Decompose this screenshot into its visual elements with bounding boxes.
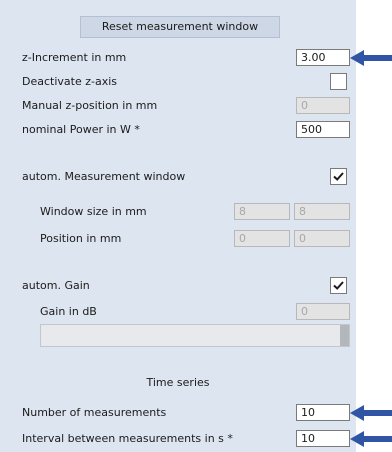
nominal-power-input[interactable]: 500 [296,121,350,138]
auto-gain-label: autom. Gain [22,279,90,292]
check-icon [333,281,344,290]
nominal-power-label: nominal Power in W * [22,123,140,136]
deactivate-z-axis-label: Deactivate z-axis [22,75,118,88]
deactivate-z-axis-checkbox[interactable] [330,73,347,90]
position-y-input[interactable]: 0 [294,230,350,247]
gain-input[interactable]: 0 [296,303,350,320]
settings-panel: Reset measurement window z-Increment in … [0,0,356,452]
auto-gain-checkbox[interactable] [330,277,347,294]
window-size-y-input[interactable]: 8 [294,203,350,220]
number-of-measurements-input[interactable]: 10 [296,404,350,421]
z-increment-input[interactable]: 3.00 [296,49,350,66]
manual-z-position-input[interactable]: 0 [296,97,350,114]
time-series-heading: Time series [146,376,210,389]
arrow-icon-z-increment [350,50,392,66]
gain-label: Gain in dB [40,305,97,318]
auto-measurement-window-checkbox[interactable] [330,168,347,185]
z-increment-label: z-Increment in mm [22,51,127,64]
arrow-icon-number-of-measurements [350,405,392,421]
check-icon [333,172,344,181]
window-size-x-input[interactable]: 8 [234,203,290,220]
reset-measurement-window-button[interactable]: Reset measurement window [80,16,280,38]
arrow-icon-interval [350,431,392,447]
position-label: Position in mm [40,232,122,245]
gain-slider[interactable] [40,324,350,347]
window-size-label: Window size in mm [40,205,147,218]
number-of-measurements-label: Number of measurements [22,406,167,419]
interval-between-measurements-label: Interval between measurements in s * [22,432,233,445]
manual-z-position-label: Manual z-position in mm [22,99,158,112]
auto-measurement-window-label: autom. Measurement window [22,170,186,183]
interval-between-measurements-input[interactable]: 10 [296,430,350,447]
gain-slider-thumb[interactable] [340,325,349,346]
position-x-input[interactable]: 0 [234,230,290,247]
